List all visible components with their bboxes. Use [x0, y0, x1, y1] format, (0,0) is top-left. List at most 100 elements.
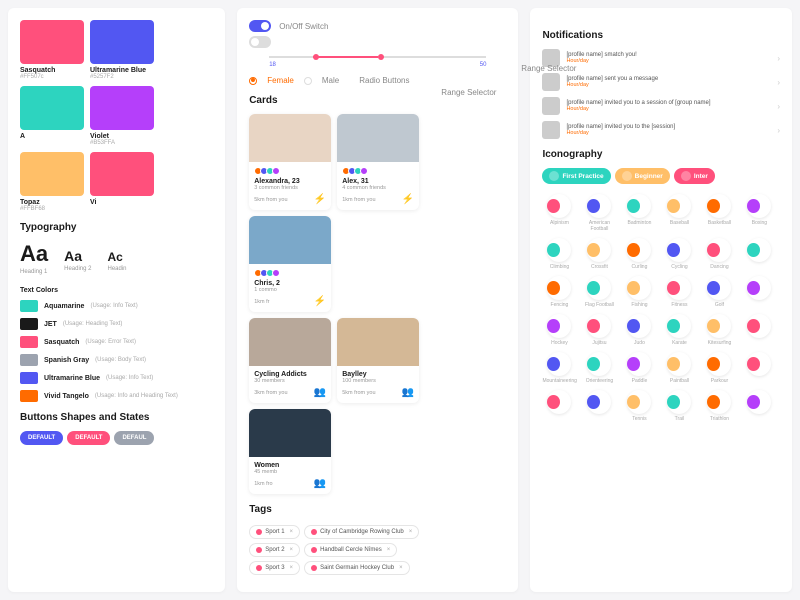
swatch: A: [20, 86, 84, 146]
group-icon: 👥: [402, 387, 414, 398]
person-card[interactable]: Alex, 314 common friends1km from you⚡: [337, 114, 419, 210]
default-button[interactable]: DEFAULT: [20, 431, 63, 445]
default-button[interactable]: DEFAUL: [114, 431, 154, 445]
sport-icon[interactable]: Badminton: [622, 194, 656, 232]
avatar: [542, 73, 560, 91]
tag[interactable]: Sport 2×: [249, 543, 300, 557]
swatch: Topaz#FFBF68: [20, 152, 84, 212]
tag[interactable]: Sport 1×: [249, 525, 300, 539]
sport-icon[interactable]: Crossfit: [582, 238, 616, 270]
tag[interactable]: City of Cambridge Rowing Club×: [304, 525, 419, 539]
person-card[interactable]: Chris, 21 commo1km fr⚡: [249, 216, 331, 312]
tag[interactable]: Saint Germain Hockey Club×: [304, 561, 410, 575]
swatch: Violet#B53FFA: [90, 86, 154, 146]
text-color-row: JET(Usage: Heading Text): [20, 318, 213, 330]
sport-icon[interactable]: Parkour: [702, 352, 736, 384]
sport-icon[interactable]: Baseball: [662, 194, 696, 232]
chevron-right-icon: ›: [777, 78, 780, 87]
sport-icon[interactable]: Curling: [622, 238, 656, 270]
switch-on[interactable]: [249, 20, 271, 32]
sport-icon[interactable]: Triathlon: [702, 390, 736, 422]
close-icon[interactable]: ×: [290, 565, 294, 571]
close-icon[interactable]: ×: [399, 565, 403, 571]
text-color-row: Spanish Gray(Usage: Body Text): [20, 354, 213, 366]
sport-icon[interactable]: [742, 352, 776, 384]
notification-item[interactable]: [profile name] invited you to the [sessi…: [542, 121, 780, 139]
sport-icon[interactable]: Tennis: [622, 390, 656, 422]
sport-icon[interactable]: [742, 276, 776, 308]
sport-icon[interactable]: [742, 390, 776, 422]
sport-icon[interactable]: [742, 314, 776, 346]
sport-icon[interactable]: Alpinism: [542, 194, 576, 232]
sport-icon[interactable]: American Football: [582, 194, 616, 232]
sport-icon[interactable]: Golf: [702, 276, 736, 308]
notification-item[interactable]: [profile name] sent you a messageHour/da…: [542, 73, 780, 91]
sport-icon[interactable]: Fishing: [622, 276, 656, 308]
color-swatches: Sasquatch#FF507cUltramarine Blue#5257F2A…: [20, 20, 213, 212]
sport-icon[interactable]: Orienteering: [582, 352, 616, 384]
level-pill[interactable]: First Practice: [542, 168, 610, 184]
text-color-row: Sasquatch(Usage: Error Text): [20, 336, 213, 348]
sport-icon[interactable]: Cycling: [662, 238, 696, 270]
sport-icon[interactable]: Flag Football: [582, 276, 616, 308]
chevron-right-icon: ›: [777, 54, 780, 63]
level-pill[interactable]: Beginner: [615, 168, 670, 184]
sport-icon[interactable]: Mountaineering: [542, 352, 576, 384]
notification-item[interactable]: [profile name] smatch you!Hour/day›: [542, 49, 780, 67]
sport-icon[interactable]: Paddle: [622, 352, 656, 384]
bolt-icon: ⚡: [314, 296, 326, 307]
close-icon[interactable]: ×: [290, 547, 294, 553]
chevron-right-icon: ›: [777, 126, 780, 135]
tag[interactable]: Sport 3×: [249, 561, 300, 575]
typo-sample: AaHeading 2: [64, 248, 91, 272]
sport-icon[interactable]: [542, 390, 576, 422]
sport-icon[interactable]: Judo: [622, 314, 656, 346]
tag[interactable]: Handball Cercle Nîmes×: [304, 543, 397, 557]
radio-male[interactable]: [304, 77, 312, 85]
switch-label: On/Off Switch: [279, 22, 328, 31]
sport-icon[interactable]: Boxing: [742, 194, 776, 232]
sport-icon[interactable]: Dancing: [702, 238, 736, 270]
level-pill[interactable]: Inter: [674, 168, 715, 184]
close-icon[interactable]: ×: [387, 547, 391, 553]
sport-icon[interactable]: Hockey: [542, 314, 576, 346]
close-icon[interactable]: ×: [409, 529, 413, 535]
swatch: Ultramarine Blue#5257F2: [90, 20, 154, 80]
sport-icon[interactable]: Kitesurfing: [702, 314, 736, 346]
notifications-title: Notifications: [542, 30, 780, 41]
sport-icon[interactable]: [582, 390, 616, 422]
iconography-title: Iconography: [542, 149, 780, 160]
buttons-title: Buttons Shapes and States: [20, 412, 213, 423]
sport-icon[interactable]: Basketball: [702, 194, 736, 232]
radio-female[interactable]: [249, 77, 257, 85]
default-button[interactable]: DEFAULT: [67, 431, 110, 445]
sport-icon[interactable]: Climbing: [542, 238, 576, 270]
text-color-row: Ultramarine Blue(Usage: Info Text): [20, 372, 213, 384]
sport-icon[interactable]: Jujitsu: [582, 314, 616, 346]
text-color-row: Vivid Tangelo(Usage: Info and Heading Te…: [20, 390, 213, 402]
sport-icon[interactable]: Paintball: [662, 352, 696, 384]
person-card[interactable]: Alexandra, 233 common friends5km from yo…: [249, 114, 331, 210]
range-selector[interactable]: 1850 Range Selector: [249, 56, 506, 68]
group-icon: 👥: [314, 478, 326, 489]
switch-off[interactable]: [249, 36, 271, 48]
sport-icon[interactable]: Trail: [662, 390, 696, 422]
sport-icon[interactable]: Karate: [662, 314, 696, 346]
text-color-row: Aquamarine(Usage: Info Text): [20, 300, 213, 312]
sport-icon[interactable]: Fencing: [542, 276, 576, 308]
sport-icon[interactable]: [742, 238, 776, 270]
group-card[interactable]: Women45 memb1km fro👥: [249, 409, 331, 494]
sport-icon[interactable]: Fitness: [662, 276, 696, 308]
notification-item[interactable]: [profile name] invited you to a session …: [542, 97, 780, 115]
typo-sample: AaHeading 1: [20, 241, 48, 275]
text-colors-title: Text Colors: [20, 287, 213, 294]
avatar: [542, 97, 560, 115]
group-icon: 👥: [314, 387, 326, 398]
bolt-icon: ⚡: [314, 194, 326, 205]
group-card[interactable]: Baylley100 members5km from you👥: [337, 318, 419, 403]
swatch: Sasquatch#FF507c: [20, 20, 84, 80]
avatar: [542, 121, 560, 139]
close-icon[interactable]: ×: [290, 529, 294, 535]
group-card[interactable]: Cycling Addicts30 members3km from you👥: [249, 318, 331, 403]
bolt-icon: ⚡: [402, 194, 414, 205]
